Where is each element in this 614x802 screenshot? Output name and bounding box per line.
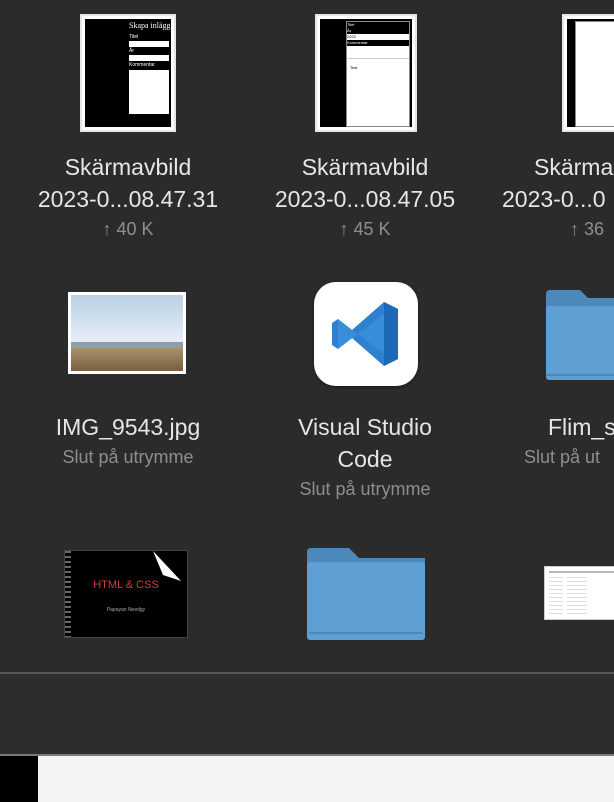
thumb-title: Skapa inlägg bbox=[129, 21, 171, 30]
folder-name: Flim_s bbox=[548, 414, 614, 440]
file-meta: ↑ 40 K bbox=[102, 219, 154, 239]
folder-icon bbox=[307, 546, 427, 642]
file-meta: Slut på utrymme bbox=[299, 479, 431, 499]
spreadsheet-thumbnail-icon bbox=[544, 566, 614, 620]
document-thumbnail-icon: Skapa inlägg Titel År Kommentar bbox=[80, 14, 176, 132]
status-bar bbox=[0, 674, 614, 754]
app-name-line1: Visual Studio bbox=[298, 414, 432, 440]
window-bottom-strip bbox=[0, 754, 614, 802]
app-name-line2: Code bbox=[337, 446, 393, 472]
file-name-line1: Skärmavbild bbox=[64, 154, 192, 180]
file-meta: Slut på ut bbox=[524, 447, 601, 467]
document-thumbnail-icon bbox=[562, 14, 614, 132]
file-name-line2: 2023-0...0 bbox=[502, 186, 606, 212]
photo-thumbnail-icon bbox=[68, 292, 186, 374]
document-thumbnail-icon: Titel År 2023 Kommentar Test bbox=[315, 14, 417, 132]
book-title: HTML & CSS bbox=[93, 579, 159, 591]
corner-block bbox=[0, 756, 38, 802]
file-name: IMG_9543.jpg bbox=[55, 414, 201, 440]
folder-icon bbox=[544, 288, 614, 382]
finder-icon-view: Skapa inlägg Titel År Kommentar Skärmavb… bbox=[0, 0, 614, 802]
file-name-line1: Skärma bbox=[534, 154, 614, 180]
book-subtitle: Papayan Needgy bbox=[106, 607, 146, 613]
file-meta: Slut på utrymme bbox=[62, 447, 194, 467]
file-name-line2: 2023-0...08.47.31 bbox=[37, 186, 219, 212]
book-thumbnail-icon: HTML & CSS Papayan Needgy bbox=[64, 550, 188, 638]
file-meta: ↑ 45 K bbox=[339, 219, 391, 239]
file-meta: ↑ 36 bbox=[570, 219, 605, 239]
vscode-app-icon bbox=[314, 282, 418, 386]
file-name-line1: Skärmavbild bbox=[301, 154, 429, 180]
file-name-line2: 2023-0...08.47.05 bbox=[274, 186, 456, 212]
